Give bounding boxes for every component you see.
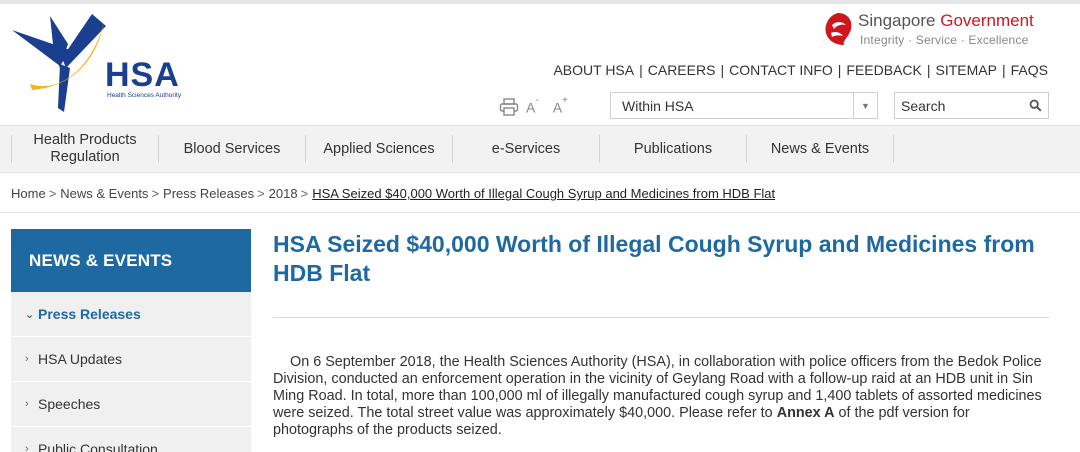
- font-increase-button[interactable]: A+: [553, 95, 568, 116]
- sidebar-item-speeches[interactable]: › Speeches: [11, 382, 251, 427]
- chevron-down-icon: ⌄: [25, 308, 35, 321]
- sidebar-item-label: Press Releases: [38, 306, 141, 322]
- util-link-sitemap[interactable]: SITEMAP: [931, 62, 1002, 78]
- utility-nav: ABOUT HSA | CAREERS | CONTACT INFO | FEE…: [548, 62, 1048, 78]
- sidebar-menu: ⌄ Press Releases › HSA Updates › Speeche…: [11, 292, 251, 452]
- hsa-logo[interactable]: HSA Health Sciences Authority: [10, 8, 190, 116]
- nav-item-blood-services[interactable]: Blood Services: [159, 126, 305, 172]
- chevron-down-icon[interactable]: ▼: [853, 93, 877, 118]
- page-tools: A- A+: [496, 94, 582, 120]
- chevron-right-icon: ›: [25, 353, 29, 365]
- site-header: HSA Health Sciences Authority Singapore …: [0, 4, 1080, 125]
- title-divider: [273, 317, 1049, 318]
- chevron-right-icon: ›: [25, 398, 29, 410]
- sidebar-item-label: HSA Updates: [38, 351, 123, 367]
- gov-tagline: Integrity · Service · Excellence: [860, 33, 1029, 47]
- sidebar-item-label: Speeches: [38, 396, 101, 412]
- breadcrumb-separator: >: [300, 186, 309, 201]
- sidebar-item-hsa-updates[interactable]: › HSA Updates: [11, 337, 251, 382]
- chevron-right-icon: ›: [25, 443, 29, 452]
- breadcrumb-current[interactable]: HSA Seized $40,000 Worth of Illegal Coug…: [312, 186, 775, 201]
- nav-item-publications[interactable]: Publications: [600, 126, 746, 172]
- util-link-about[interactable]: ABOUT HSA: [548, 62, 639, 78]
- search-scope-value: Within HSA: [622, 98, 694, 114]
- nav-item-news-events[interactable]: News & Events: [747, 126, 893, 172]
- breadcrumb-separator: >: [48, 186, 57, 201]
- gov-title-government: Government: [940, 11, 1034, 30]
- sidebar-item-press-releases[interactable]: ⌄ Press Releases: [11, 292, 251, 337]
- search-box: [894, 92, 1049, 119]
- article-paragraph: On 6 September 2018, the Health Sciences…: [273, 354, 1053, 439]
- sidebar-heading: NEWS & EVENTS: [11, 229, 251, 292]
- breadcrumb-year[interactable]: 2018: [269, 186, 298, 201]
- lion-head-icon: [825, 13, 852, 45]
- util-link-feedback[interactable]: FEEDBACK: [841, 62, 926, 78]
- gov-title: Singapore Government: [858, 12, 1034, 30]
- breadcrumb: Home > News & Events > Press Releases > …: [11, 186, 775, 201]
- font-decrease-button[interactable]: A-: [526, 95, 539, 116]
- util-link-faqs[interactable]: FAQS: [1006, 62, 1048, 78]
- breadcrumb-divider: [0, 212, 1080, 213]
- breadcrumb-news-events[interactable]: News & Events: [60, 186, 148, 201]
- search-input[interactable]: [895, 93, 1023, 118]
- sidebar-item-label: Public Consultation: [38, 441, 158, 452]
- breadcrumb-separator: >: [257, 186, 265, 201]
- annex-reference: Annex A: [776, 405, 835, 421]
- breadcrumb-separator: >: [151, 186, 160, 201]
- main-nav: Health Products Regulation Blood Service…: [0, 125, 1080, 173]
- sidebar-item-public-consultation[interactable]: › Public Consultation: [11, 427, 251, 452]
- util-link-contact[interactable]: CONTACT INFO: [724, 62, 838, 78]
- breadcrumb-press-releases[interactable]: Press Releases: [163, 186, 254, 201]
- search-scope-select[interactable]: Within HSA ▼: [610, 92, 878, 119]
- nav-item-health-products-regulation[interactable]: Health Products Regulation: [12, 126, 158, 172]
- singapore-government-brand[interactable]: Singapore Government Integrity · Service…: [822, 9, 1050, 49]
- breadcrumb-home[interactable]: Home: [11, 186, 46, 201]
- page-title: HSA Seized $40,000 Worth of Illegal Coug…: [273, 231, 1035, 286]
- nav-separator: [893, 135, 894, 163]
- logo-subtitle: Health Sciences Authority: [107, 92, 182, 99]
- util-link-careers[interactable]: CAREERS: [643, 62, 721, 78]
- nav-item-applied-sciences[interactable]: Applied Sciences: [306, 126, 452, 172]
- search-icon[interactable]: [1029, 99, 1042, 112]
- gov-title-country: Singapore: [858, 11, 941, 30]
- nav-item-e-services[interactable]: e-Services: [453, 126, 599, 172]
- logo-wordmark: HSA: [105, 56, 180, 94]
- print-icon[interactable]: [496, 94, 522, 120]
